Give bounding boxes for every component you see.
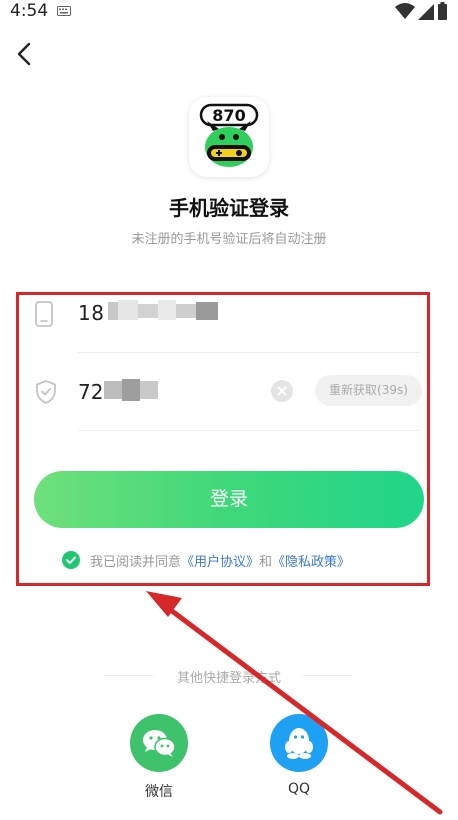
other-login-divider-right	[302, 675, 352, 676]
logo-mascot-icon: 870	[199, 103, 259, 167]
wifi-icon	[395, 3, 415, 19]
logo-text: 870	[212, 106, 245, 125]
qq-login-button[interactable]	[270, 714, 328, 772]
qq-icon	[285, 728, 313, 759]
qq-label: QQ	[287, 781, 311, 797]
app-logo: 870	[189, 97, 269, 177]
keyboard-icon	[57, 6, 71, 16]
other-login-label: 其他快捷登录方式	[176, 671, 281, 686]
page-subtitle: 未注册的手机号验证后将自动注册	[131, 232, 327, 247]
back-button[interactable]	[10, 38, 38, 70]
highlight-box	[16, 292, 430, 586]
wechat-login-button[interactable]	[130, 714, 188, 772]
wechat-label: 微信	[145, 784, 173, 800]
battery-icon	[438, 2, 447, 20]
status-time: 4:54	[10, 1, 49, 21]
page-title: 手机验证登录	[169, 196, 289, 220]
signal-icon	[418, 4, 434, 20]
wechat-icon	[143, 730, 176, 757]
